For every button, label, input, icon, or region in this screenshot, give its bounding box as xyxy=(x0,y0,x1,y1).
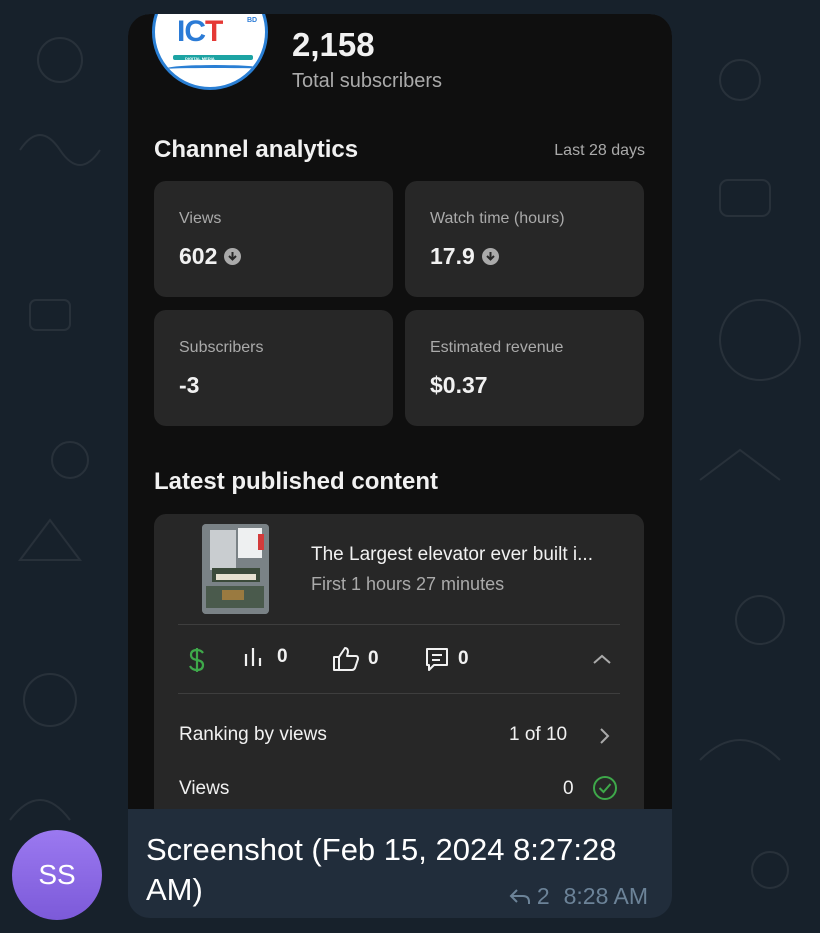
views-stat-value: 0 xyxy=(277,646,288,667)
likes-stat-value: 0 xyxy=(368,648,379,669)
reply-icon[interactable] xyxy=(509,888,531,906)
channel-avatar: ICT BD DIGITAL MEDIA xyxy=(152,14,268,90)
subscribers-label: Subscribers xyxy=(179,339,264,356)
ranking-label: Ranking by views xyxy=(179,724,327,745)
chevron-up-icon[interactable] xyxy=(592,652,612,670)
comments-stat[interactable]: 0 xyxy=(424,646,469,672)
channel-logo-text: ICT xyxy=(177,15,223,48)
total-subscribers-label: Total subscribers xyxy=(292,70,443,92)
bar-chart-icon xyxy=(244,648,262,666)
arrow-down-circle-icon xyxy=(481,248,499,265)
screenshot-image[interactable]: ICT BD DIGITAL MEDIA 2,158 Total subscri… xyxy=(128,14,672,809)
total-subscribers-count: 2,158 xyxy=(292,26,375,63)
thumbs-up-icon xyxy=(333,647,359,671)
reply-count[interactable]: 2 xyxy=(537,883,550,910)
revenue-value-row: $0.37 xyxy=(430,372,488,399)
ranking-value: 1 of 10 xyxy=(509,724,568,745)
dollar-icon xyxy=(189,648,205,672)
channel-logo-caption: DIGITAL MEDIA xyxy=(185,56,215,61)
channel-logo-swoosh xyxy=(165,65,265,73)
views-value-row: 602 xyxy=(179,243,242,270)
message-meta: 2 8:28 AM xyxy=(509,883,648,910)
divider xyxy=(178,693,620,694)
views-value: 602 xyxy=(179,243,218,269)
subscribers-card[interactable]: Subscribers -3 xyxy=(154,310,393,426)
views-label: Views xyxy=(179,210,222,227)
revenue-card[interactable]: Estimated revenue $0.37 xyxy=(405,310,644,426)
date-range-label[interactable]: Last 28 days xyxy=(554,142,645,160)
check-circle-icon xyxy=(592,775,618,806)
channel-logo-small: BD xyxy=(247,17,258,24)
subscribers-value-row: -3 xyxy=(179,372,199,399)
subscribers-value: -3 xyxy=(179,372,200,398)
revenue-stat[interactable] xyxy=(188,646,206,674)
video-subtitle: First 1 hours 27 minutes xyxy=(311,574,505,594)
likes-stat[interactable]: 0 xyxy=(332,646,379,672)
revenue-value: $0.37 xyxy=(430,372,488,398)
views-row-label: Views xyxy=(179,778,230,799)
revenue-label: Estimated revenue xyxy=(430,339,564,356)
watch-time-value: 17.9 xyxy=(430,243,475,269)
sender-avatar[interactable]: SS xyxy=(12,830,102,920)
chevron-right-icon[interactable] xyxy=(598,726,610,751)
message-bubble[interactable]: ICT BD DIGITAL MEDIA 2,158 Total subscri… xyxy=(128,14,672,918)
watch-time-label: Watch time (hours) xyxy=(430,210,565,227)
channel-analytics-title: Channel analytics xyxy=(154,136,359,163)
video-title[interactable]: The Largest elevator ever built i... xyxy=(311,544,593,566)
arrow-down-circle-icon xyxy=(224,248,242,265)
comment-icon xyxy=(426,648,448,671)
divider xyxy=(178,624,620,625)
watch-time-card[interactable]: Watch time (hours) 17.9 xyxy=(405,181,644,297)
comments-stat-value: 0 xyxy=(458,648,469,669)
latest-video-card[interactable]: The Largest elevator ever built i... Fir… xyxy=(154,514,644,809)
views-row-value: 0 xyxy=(563,778,574,799)
views-stat[interactable]: 0 xyxy=(243,646,288,668)
watch-time-value-row: 17.9 xyxy=(430,243,499,270)
latest-content-title: Latest published content xyxy=(154,468,439,495)
views-card[interactable]: Views 602 xyxy=(154,181,393,297)
message-time: 8:28 AM xyxy=(563,883,648,909)
video-thumbnail[interactable] xyxy=(202,524,269,614)
